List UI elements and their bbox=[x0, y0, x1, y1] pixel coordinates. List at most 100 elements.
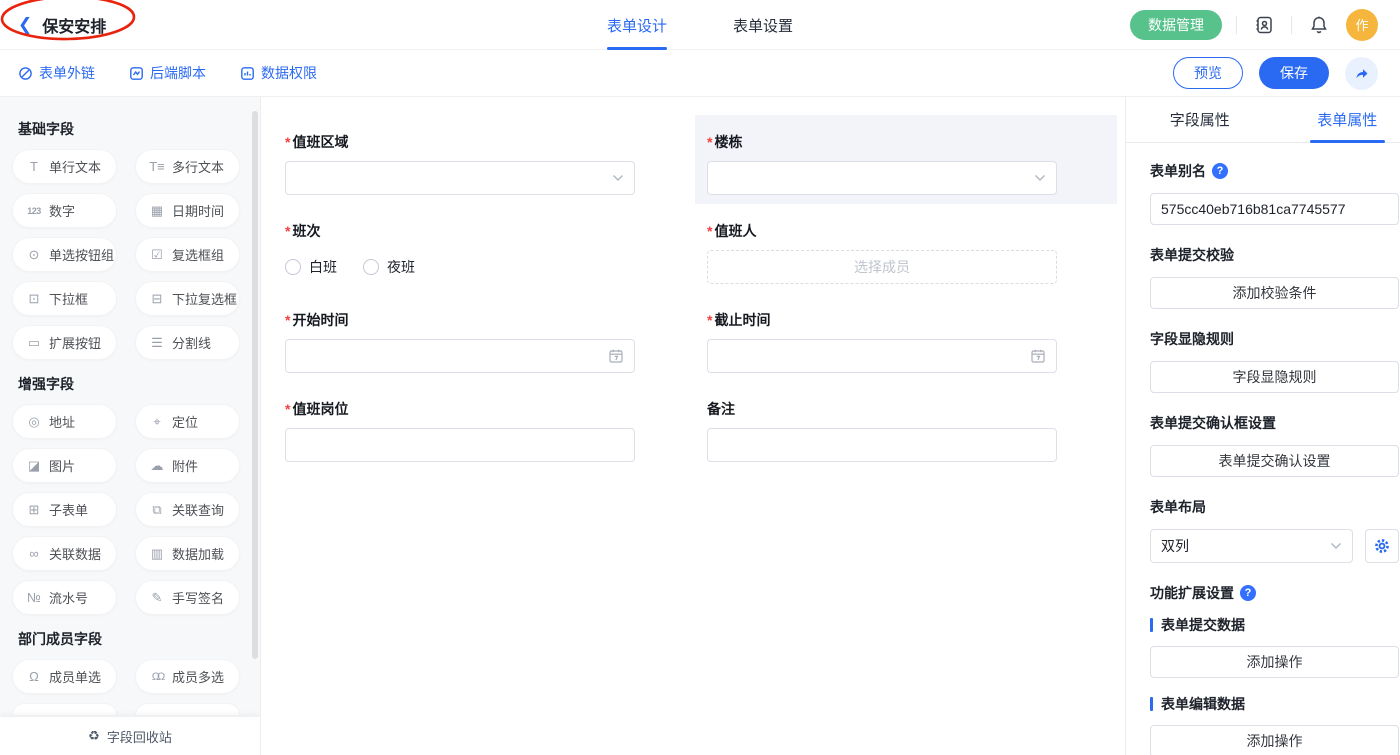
blue-bar-icon bbox=[1150, 618, 1153, 632]
edit-data-add-button[interactable]: 添加操作 bbox=[1150, 725, 1399, 755]
field-label: *班次 bbox=[285, 221, 635, 241]
confirm-box-button[interactable]: 表单提交确认设置 bbox=[1150, 445, 1399, 477]
toolbar-links: 表单外链 后端脚本 数据权限 bbox=[18, 63, 317, 83]
main-content: 基础字段 T单行文本T≡多行文本123数字▦日期时间⊙单选按钮组☑复选框组⊡下拉… bbox=[0, 97, 1400, 755]
question-help-icon[interactable]: ? bbox=[1212, 163, 1228, 179]
field-type-item[interactable]: ∞关联数据 bbox=[12, 536, 117, 571]
data-permission-item[interactable]: 数据权限 bbox=[240, 63, 317, 83]
start-time-input[interactable] bbox=[285, 339, 635, 373]
field-type-item[interactable]: ⧉关联查询 bbox=[135, 492, 240, 527]
field-type-item[interactable]: ▥数据加载 bbox=[135, 536, 240, 571]
edit-data-subhead: 表单编辑数据 bbox=[1150, 694, 1399, 714]
header-back-group[interactable]: ❮ 保安安排 bbox=[0, 13, 106, 37]
field-type-item[interactable]: ☑ 复选框组 bbox=[135, 237, 240, 272]
field-type-item[interactable]: ⊡下拉框 bbox=[12, 281, 117, 316]
script-icon bbox=[129, 66, 144, 81]
layout-gear-button[interactable] bbox=[1365, 529, 1399, 563]
field-type-item[interactable]: ⊞子表单 bbox=[12, 492, 117, 527]
building-select[interactable] bbox=[707, 161, 1057, 195]
preview-button[interactable]: 预览 bbox=[1173, 57, 1243, 89]
field-type-item[interactable]: ΩΩ成员多选 bbox=[135, 659, 240, 694]
field-type-icon: T≡ bbox=[149, 159, 165, 174]
field-type-item[interactable]: T≡多行文本 bbox=[135, 149, 240, 184]
notification-bell-icon[interactable] bbox=[1306, 12, 1332, 38]
tab-form-properties[interactable]: 表单属性 bbox=[1274, 97, 1400, 142]
field-type-item[interactable]: ✎手写签名 bbox=[135, 580, 240, 615]
duty-area-select[interactable] bbox=[285, 161, 635, 195]
remark-input[interactable] bbox=[707, 428, 1057, 462]
app-header: ❮ 保安安排 表单设计 表单设置 数据管理 bbox=[0, 0, 1400, 50]
sidebar-scrollbar[interactable] bbox=[252, 111, 258, 659]
field-label: *值班区域 bbox=[285, 132, 635, 152]
field-end-time[interactable]: *截止时间 bbox=[695, 293, 1117, 382]
field-type-item[interactable]: ⌖定位 bbox=[135, 404, 240, 439]
field-palette-sidebar: 基础字段 T单行文本T≡多行文本123数字▦日期时间⊙单选按钮组☑复选框组⊡下拉… bbox=[0, 97, 260, 755]
field-type-label: 下拉框 bbox=[49, 289, 88, 308]
avatar[interactable]: 作 bbox=[1346, 9, 1378, 41]
duty-post-input[interactable] bbox=[285, 428, 635, 462]
field-duty-post[interactable]: *值班岗位 bbox=[273, 382, 695, 471]
field-label: 备注 bbox=[707, 399, 1057, 419]
form-grid: *值班区域 *楼栋 bbox=[273, 115, 1117, 471]
data-manage-button[interactable]: 数据管理 bbox=[1130, 10, 1222, 40]
radio-night-shift[interactable]: 夜班 bbox=[363, 257, 415, 277]
field-type-label: 关联查询 bbox=[172, 500, 224, 519]
save-button[interactable]: 保存 bbox=[1259, 57, 1329, 89]
field-building[interactable]: *楼栋 bbox=[695, 115, 1117, 204]
field-type-label: 手写签名 bbox=[172, 588, 224, 607]
share-arrow-icon[interactable] bbox=[1345, 57, 1378, 90]
radio-label: 夜班 bbox=[387, 257, 415, 277]
field-type-item[interactable]: ☰ 分割线 bbox=[135, 325, 240, 360]
field-type-item[interactable]: ▭扩展按钮 bbox=[12, 325, 117, 360]
field-shift[interactable]: *班次 白班 夜班 bbox=[273, 204, 695, 293]
question-help-icon[interactable]: ? bbox=[1240, 585, 1256, 601]
field-type-item[interactable]: №流水号 bbox=[12, 580, 117, 615]
submit-data-add-button[interactable]: 添加操作 bbox=[1150, 646, 1399, 678]
field-type-icon: ☰ bbox=[149, 335, 165, 351]
field-remark[interactable]: 备注 bbox=[695, 382, 1117, 471]
field-duty-area[interactable]: *值班区域 bbox=[273, 115, 695, 204]
field-type-item[interactable]: ⊙单选按钮组 bbox=[12, 237, 117, 272]
field-type-item[interactable]: ◎地址 bbox=[12, 404, 117, 439]
end-time-input[interactable] bbox=[707, 339, 1057, 373]
section-title-members: 部门成员字段 bbox=[18, 629, 260, 649]
member-picker[interactable]: 选择成员 bbox=[707, 250, 1057, 284]
field-type-item-partial[interactable] bbox=[12, 703, 117, 715]
tab-field-properties[interactable]: 字段属性 bbox=[1126, 97, 1274, 142]
tab-form-settings[interactable]: 表单设置 bbox=[733, 0, 793, 50]
field-type-item[interactable]: ⊟下拉复选框 bbox=[135, 281, 240, 316]
field-type-icon: 123 bbox=[26, 206, 42, 216]
permission-icon bbox=[240, 66, 255, 81]
field-duty-person[interactable]: *值班人 选择成员 bbox=[695, 204, 1117, 293]
contacts-book-icon[interactable] bbox=[1251, 12, 1277, 38]
layout-select[interactable]: 双列 bbox=[1150, 529, 1353, 563]
backend-script-item[interactable]: 后端脚本 bbox=[129, 63, 206, 83]
field-type-icon: ▭ bbox=[26, 335, 42, 351]
field-type-label: 子表单 bbox=[49, 500, 88, 519]
field-type-label: 数字 bbox=[49, 201, 75, 220]
header-tabs: 表单设计 表单设置 bbox=[607, 0, 793, 50]
field-type-label: 复选框组 bbox=[172, 245, 224, 264]
confirm-box-label: 表单提交确认框设置 bbox=[1150, 413, 1399, 433]
visibility-rules-button[interactable]: 字段显隐规则 bbox=[1150, 361, 1399, 393]
field-type-item[interactable]: ☁附件 bbox=[135, 448, 240, 483]
field-type-item[interactable]: Ω成员单选 bbox=[12, 659, 117, 694]
field-recycle-bin[interactable]: ♻ 字段回收站 bbox=[0, 717, 260, 755]
chevron-down-icon bbox=[612, 174, 624, 182]
field-type-icon: ☑ bbox=[149, 247, 165, 263]
field-type-label: 分割线 bbox=[172, 333, 211, 352]
field-type-item[interactable]: T单行文本 bbox=[12, 149, 117, 184]
radio-day-shift[interactable]: 白班 bbox=[285, 257, 337, 277]
field-type-item-partial[interactable] bbox=[135, 703, 240, 715]
field-start-time[interactable]: *开始时间 bbox=[273, 293, 695, 382]
add-validation-button[interactable]: 添加校验条件 bbox=[1150, 277, 1399, 309]
tab-form-design[interactable]: 表单设计 bbox=[607, 0, 667, 50]
field-type-item[interactable]: 123 数字 bbox=[12, 193, 117, 228]
chevron-left-icon[interactable]: ❮ bbox=[18, 16, 32, 33]
external-link-item[interactable]: 表单外链 bbox=[18, 63, 95, 83]
form-alias-input[interactable] bbox=[1150, 193, 1399, 225]
field-type-item[interactable]: ▦日期时间 bbox=[135, 193, 240, 228]
field-type-item[interactable]: ◪图片 bbox=[12, 448, 117, 483]
radio-circle-icon bbox=[285, 259, 301, 275]
field-type-label: 关联数据 bbox=[49, 544, 101, 563]
